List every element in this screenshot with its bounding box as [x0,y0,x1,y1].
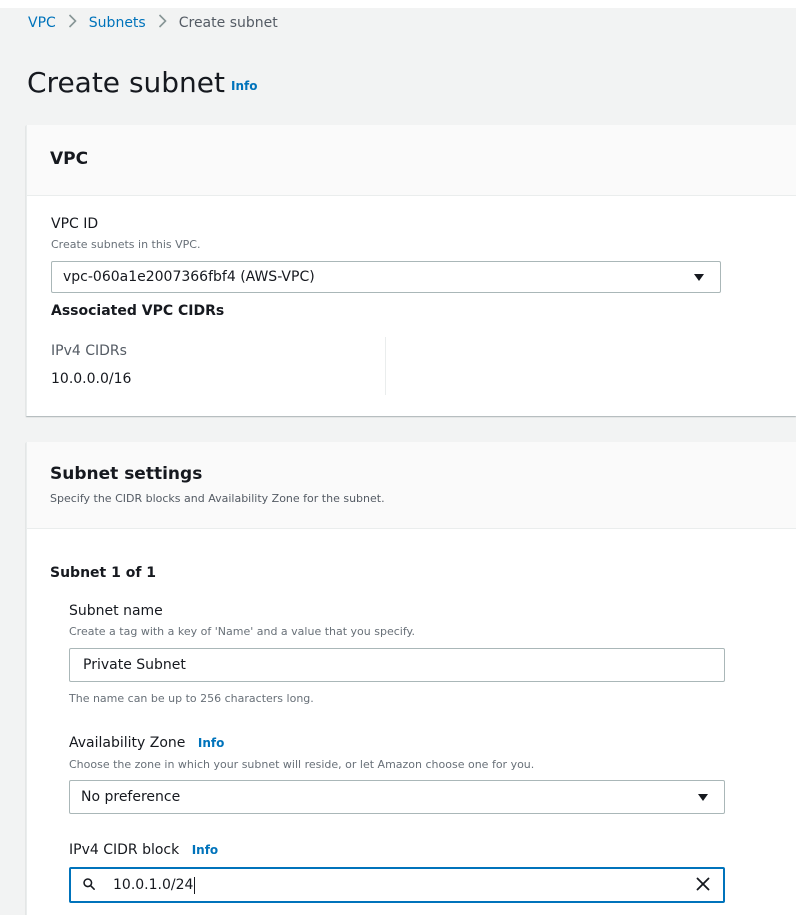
caret-down-icon [698,794,708,801]
vpc-panel-header: VPC [27,125,796,196]
associated-cidrs-heading: Associated VPC CIDRs [51,303,225,319]
page-title-text: Create subnet [27,66,225,99]
subnet-name-label: Subnet name [69,603,163,619]
chevron-right-icon [68,14,77,32]
caret-down-icon [694,274,704,281]
az-label-row: Availability Zone Info [69,735,224,751]
subnet-name-input[interactable]: Private Subnet [69,648,725,682]
breadcrumb: VPC Subnets Create subnet [28,14,278,32]
az-value: No preference [81,789,181,805]
subnet-name-description: Create a tag with a key of 'Name' and a … [69,625,415,638]
az-label: Availability Zone [69,735,186,751]
close-icon[interactable] [695,876,711,892]
page-title: Create subnet Info [27,66,257,99]
vpc-id-description: Create subnets in this VPC. [51,238,201,251]
subnet-settings-header: Subnet settings Specify the CIDR blocks … [27,442,796,529]
subnet-settings-description: Specify the CIDR blocks and Availability… [50,492,385,505]
cidr-info-link[interactable]: Info [192,843,218,857]
breadcrumb-vpc[interactable]: VPC [28,15,56,31]
availability-zone-select[interactable]: No preference [69,780,725,814]
vpc-id-value: vpc-060a1e2007366fbf4 (AWS-VPC) [63,269,315,285]
vpc-panel-heading: VPC [50,149,89,169]
ipv4-cidrs-value: 10.0.0.0/16 [51,371,132,387]
subnet-counter: Subnet 1 of 1 [50,565,157,581]
ipv4-cidrs-label: IPv4 CIDRs [51,343,127,359]
text-cursor [194,876,196,894]
search-icon [83,878,95,890]
ipv4-cidr-input[interactable]: 10.0.1.0/24 [69,867,725,903]
subnet-settings-heading: Subnet settings [50,464,203,484]
vpc-panel: VPC VPC ID Create subnets in this VPC. v… [26,125,796,416]
chevron-right-icon [158,14,167,32]
column-divider [385,337,386,395]
vpc-id-label: VPC ID [51,216,99,232]
breadcrumb-current: Create subnet [178,15,278,31]
subnet-settings-panel: Subnet settings Specify the CIDR blocks … [26,442,796,915]
cidr-label-row: IPv4 CIDR block Info [69,842,218,858]
page-info-link[interactable]: Info [231,79,257,93]
breadcrumb-subnets[interactable]: Subnets [89,15,146,31]
az-description: Choose the zone in which your subnet wil… [69,758,535,771]
vpc-id-select[interactable]: vpc-060a1e2007366fbf4 (AWS-VPC) [51,261,721,293]
subnet-name-value: Private Subnet [83,657,186,673]
cidr-label: IPv4 CIDR block [69,842,180,858]
az-info-link[interactable]: Info [198,736,224,750]
top-strip [0,0,796,8]
cidr-value: 10.0.1.0/24 [113,877,194,893]
subnet-name-hint: The name can be up to 256 characters lon… [69,692,314,705]
